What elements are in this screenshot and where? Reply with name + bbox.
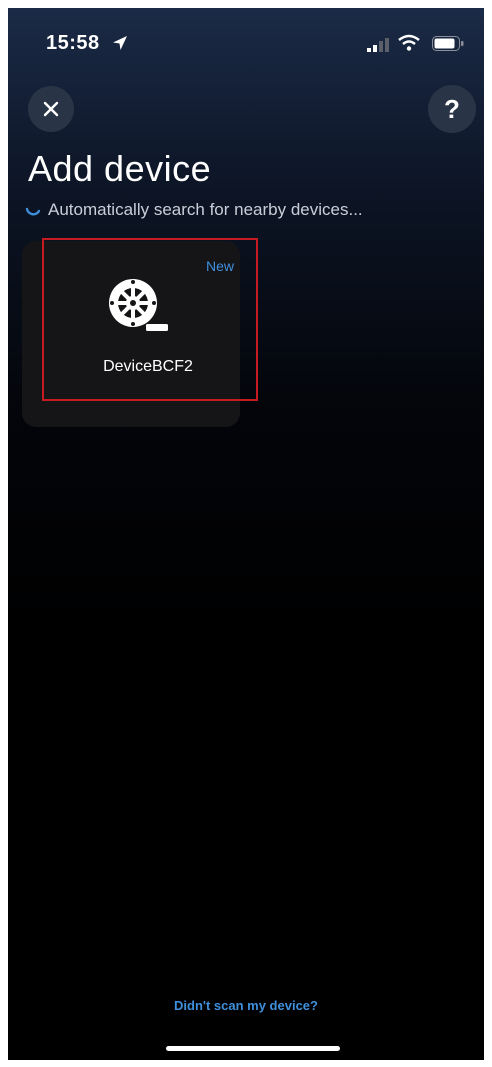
status-bar: 15:58 — [8, 8, 484, 78]
close-icon — [43, 101, 59, 117]
status-time: 15:58 — [46, 32, 100, 54]
device-reel-icon — [109, 279, 168, 331]
search-status: Automatically search for nearby devices.… — [24, 198, 363, 222]
device-name: DeviceBCF2 — [103, 358, 193, 375]
location-arrow-icon — [113, 36, 127, 50]
wifi-icon — [398, 34, 420, 51]
loading-spinner-icon — [25, 207, 41, 216]
search-status-text: Automatically search for nearby devices.… — [48, 200, 363, 219]
help-button[interactable]: ? — [428, 85, 476, 133]
home-indicator[interactable] — [166, 1046, 340, 1051]
new-badge: New — [205, 258, 234, 274]
device-card[interactable]: New DeviceBCF2 — [42, 238, 258, 401]
page-title: Add device — [28, 148, 212, 189]
app-screen: 15:58 ? Add device Automatically search … — [8, 8, 484, 1060]
battery-icon — [432, 36, 464, 51]
close-button[interactable] — [28, 86, 74, 132]
signal-icon — [367, 38, 389, 52]
didnt-scan-link[interactable]: Didn't scan my device? — [8, 998, 484, 1013]
